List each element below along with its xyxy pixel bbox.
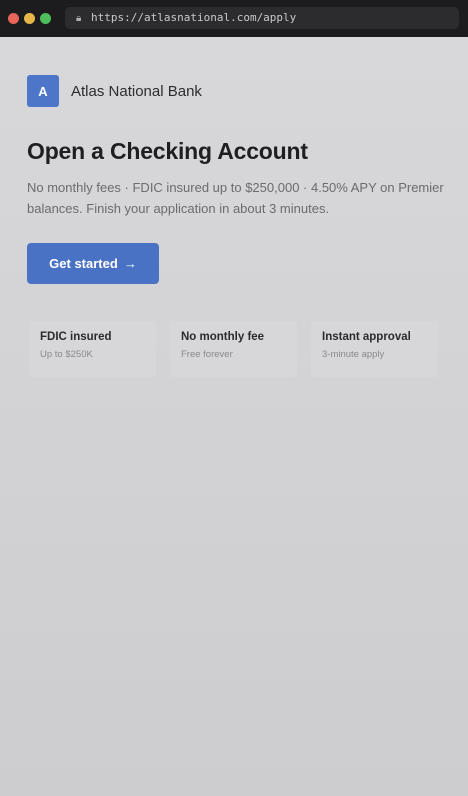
feature-title: No monthly fee	[181, 331, 265, 343]
apply-page: A Atlas National Bank Open a Checking Ac…	[0, 37, 468, 796]
maximize-window-button[interactable]	[40, 13, 51, 24]
feature-card-fdic: FDIC insured Up to $250K	[29, 321, 156, 377]
feature-title: FDIC insured	[40, 331, 112, 343]
feature-card-no-fee: No monthly fee Free forever	[170, 321, 297, 377]
page-subtitle: No monthly fees · FDIC insured up to $25…	[27, 180, 444, 216]
feature-title: Instant approval	[322, 331, 411, 343]
feature-subtitle: Free forever	[181, 349, 233, 360]
bank-logo: A	[27, 75, 59, 107]
arrow-right-icon: →	[123, 256, 137, 271]
minimize-window-button[interactable]	[24, 13, 35, 24]
browser-titlebar: 🔒︎ https://atlasnational.com/apply	[0, 0, 468, 37]
feature-card-instant-approval: Instant approval 3-minute apply	[311, 321, 438, 377]
brand-header: A Atlas National Bank	[27, 75, 202, 107]
feature-subtitle: 3-minute apply	[322, 349, 385, 360]
close-window-button[interactable]	[8, 13, 19, 24]
page-title: Open a Checking Account	[27, 138, 308, 164]
feature-subtitle: Up to $250K	[40, 349, 93, 360]
browser-window: 🔒︎ https://atlasnational.com/apply A Atla…	[0, 0, 468, 796]
address-bar[interactable]: 🔒︎ https://atlasnational.com/apply	[65, 7, 459, 29]
bank-name: Atlas National Bank	[71, 82, 202, 100]
get-started-label: Get started	[49, 256, 118, 271]
feature-list: FDIC insured Up to $250K No monthly fee …	[29, 321, 438, 377]
url-text: https://atlasnational.com/apply	[91, 11, 297, 24]
get-started-button[interactable]: Get started →	[27, 243, 159, 284]
lock-icon: 🔒︎	[76, 13, 82, 24]
